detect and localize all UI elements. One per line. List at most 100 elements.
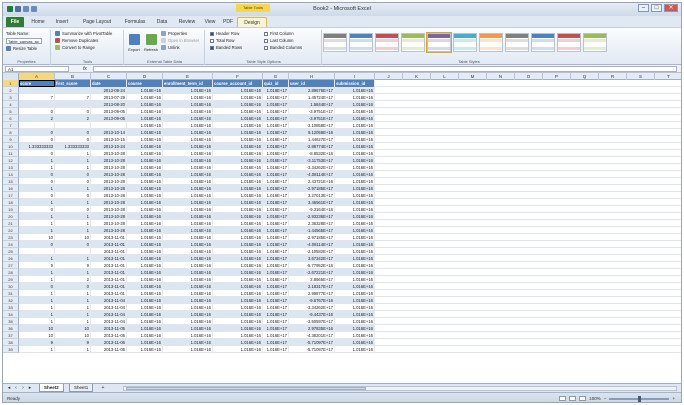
- table-cell[interactable]: 1.016E+17: [263, 276, 289, 283]
- sheet-tab-sheet2[interactable]: Sheet2: [39, 384, 64, 392]
- table-cell[interactable]: 1.016E+16: [127, 101, 163, 108]
- table-cell[interactable]: 1.016E+16: [213, 297, 263, 304]
- table-cell[interactable]: 1: [19, 185, 55, 192]
- zoom-slider[interactable]: [609, 395, 670, 402]
- table-cell[interactable]: -5.71097E+17: [289, 339, 335, 346]
- table-cell[interactable]: 10: [55, 332, 91, 339]
- table-cell[interactable]: 1.016E+16: [127, 136, 163, 143]
- tab-home[interactable]: Home: [27, 17, 49, 27]
- table-cell[interactable]: 1.016E+16: [213, 283, 263, 290]
- table-cell[interactable]: 1.016E+16: [163, 199, 213, 206]
- table-cell[interactable]: 1.016E+16: [127, 220, 163, 227]
- table-cell[interactable]: 0: [55, 283, 91, 290]
- table-cell[interactable]: 2.89676E+17: [289, 87, 335, 94]
- table-cell[interactable]: 1: [55, 290, 91, 297]
- table-cell[interactable]: 1.016E+17: [263, 192, 289, 199]
- column-header[interactable]: G: [263, 73, 289, 80]
- next-sheet-icon[interactable]: ›: [20, 385, 26, 391]
- table-cell[interactable]: -3.11753E+17: [289, 157, 335, 164]
- name-box[interactable]: A1: [5, 66, 69, 72]
- table-cell[interactable]: 10: [55, 325, 91, 332]
- page-break-view-icon[interactable]: [579, 396, 587, 401]
- table-cell[interactable]: 1.016E+16: [163, 297, 213, 304]
- table-cell[interactable]: 1.016E+16: [127, 255, 163, 262]
- row-header[interactable]: 32: [3, 297, 19, 304]
- table-cell[interactable]: 1.016E+16: [335, 248, 375, 255]
- table-cell[interactable]: 1.45724E+17: [289, 94, 335, 101]
- table-cell[interactable]: 1: [55, 213, 91, 220]
- table-cell[interactable]: 1.016E+16: [127, 129, 163, 136]
- table-cell[interactable]: 2.43721E+16: [289, 178, 335, 185]
- column-header[interactable]: C: [91, 73, 127, 80]
- insert-sheet-icon[interactable]: +: [99, 385, 107, 391]
- row-header[interactable]: 23: [3, 234, 19, 241]
- tab-formulas[interactable]: Formulas: [121, 17, 149, 27]
- table-style-swatch[interactable]: [401, 33, 425, 52]
- table-cell[interactable]: 0: [19, 136, 55, 143]
- table-cell[interactable]: 1.016E+16: [335, 206, 375, 213]
- table-cell[interactable]: 1.016E+16: [213, 115, 263, 122]
- table-cell[interactable]: 1.016E+17: [263, 199, 289, 206]
- table-cell[interactable]: 2013-08-20: [91, 101, 127, 108]
- table-cell[interactable]: 1.016E+16: [335, 234, 375, 241]
- table-cell[interactable]: 1: [55, 150, 91, 157]
- table-cell[interactable]: 1.016E+16: [163, 94, 213, 101]
- table-cell[interactable]: 10: [19, 332, 55, 339]
- column-header[interactable]: E: [163, 73, 213, 80]
- first-sheet-icon[interactable]: ◂: [6, 385, 12, 391]
- table-cell[interactable]: 1: [55, 318, 91, 325]
- last-column-checkbox[interactable]: Last Column: [264, 38, 294, 43]
- table-cell[interactable]: 1.016E+16: [213, 164, 263, 171]
- minimize-button[interactable]: –: [638, 4, 649, 12]
- table-cell[interactable]: 2013-10-28: [91, 213, 127, 220]
- table-cell[interactable]: 2013-10-28: [91, 164, 127, 171]
- table-cell[interactable]: 1: [19, 227, 55, 234]
- table-cell[interactable]: 1: [55, 297, 91, 304]
- table-cell[interactable]: 1.016E+16: [335, 290, 375, 297]
- table-cell[interactable]: 1.016E+16: [127, 108, 163, 115]
- table-cell[interactable]: 1: [55, 157, 91, 164]
- table-cell[interactable]: -5.71097E+17: [289, 346, 335, 353]
- table-cell[interactable]: 1.016E+16: [163, 185, 213, 192]
- table-cell[interactable]: 1.016E+16: [335, 94, 375, 101]
- table-cell[interactable]: 1.016E+16: [127, 122, 163, 129]
- table-cell[interactable]: 1.016E+16: [335, 101, 375, 108]
- summarize-pivottable-button[interactable]: Summarize with PivotTable: [55, 31, 112, 36]
- table-cell[interactable]: 1.016E+16: [213, 199, 263, 206]
- table-cell[interactable]: 2013-10-28: [91, 171, 127, 178]
- table-cell[interactable]: [19, 87, 55, 94]
- table-cell[interactable]: 2013-10-28: [91, 185, 127, 192]
- table-cell[interactable]: 1.016E+16: [163, 122, 213, 129]
- table-cell[interactable]: 2013-11-01: [91, 290, 127, 297]
- table-cell[interactable]: 1.016E+16: [213, 87, 263, 94]
- table-cell[interactable]: 0: [19, 150, 55, 157]
- table-cell[interactable]: 1.016E+16: [335, 241, 375, 248]
- table-cell[interactable]: 1.016E+16: [127, 178, 163, 185]
- table-cell[interactable]: 1.016E+16: [127, 311, 163, 318]
- table-cell[interactable]: 1.016E+16: [213, 206, 263, 213]
- table-cell[interactable]: 0: [55, 171, 91, 178]
- table-style-swatch[interactable]: [479, 33, 503, 52]
- table-cell[interactable]: 1.016E+17: [263, 150, 289, 157]
- header-row-checkbox[interactable]: Header Row: [210, 31, 239, 36]
- table-cell[interactable]: 1.016E+16: [163, 325, 213, 332]
- table-cell[interactable]: 1.016E+16: [213, 171, 263, 178]
- zoom-out-icon[interactable]: −: [604, 395, 607, 402]
- table-cell[interactable]: 1.016E+16: [335, 304, 375, 311]
- table-cell[interactable]: -9.4437E+16: [289, 311, 335, 318]
- table-cell[interactable]: 1.016E+16: [213, 220, 263, 227]
- table-cell[interactable]: 1.016E+16: [213, 241, 263, 248]
- table-cell[interactable]: 1.016E+17: [263, 101, 289, 108]
- table-cell[interactable]: 1.016E+16: [127, 346, 163, 353]
- table-cell[interactable]: 2013-11-01: [91, 283, 127, 290]
- table-cell[interactable]: 1.016E+16: [213, 150, 263, 157]
- row-header[interactable]: 24: [3, 241, 19, 248]
- table-cell[interactable]: 1.016E+16: [213, 339, 263, 346]
- table-cell[interactable]: 1: [55, 227, 91, 234]
- table-cell[interactable]: [55, 248, 91, 255]
- table-cell[interactable]: 1.016E+16: [163, 108, 213, 115]
- table-cell[interactable]: 1: [55, 185, 91, 192]
- table-header-cell[interactable]: quiz_id: [263, 80, 289, 87]
- table-cell[interactable]: 2013-10-14: [91, 129, 127, 136]
- table-cell[interactable]: 0: [19, 108, 55, 115]
